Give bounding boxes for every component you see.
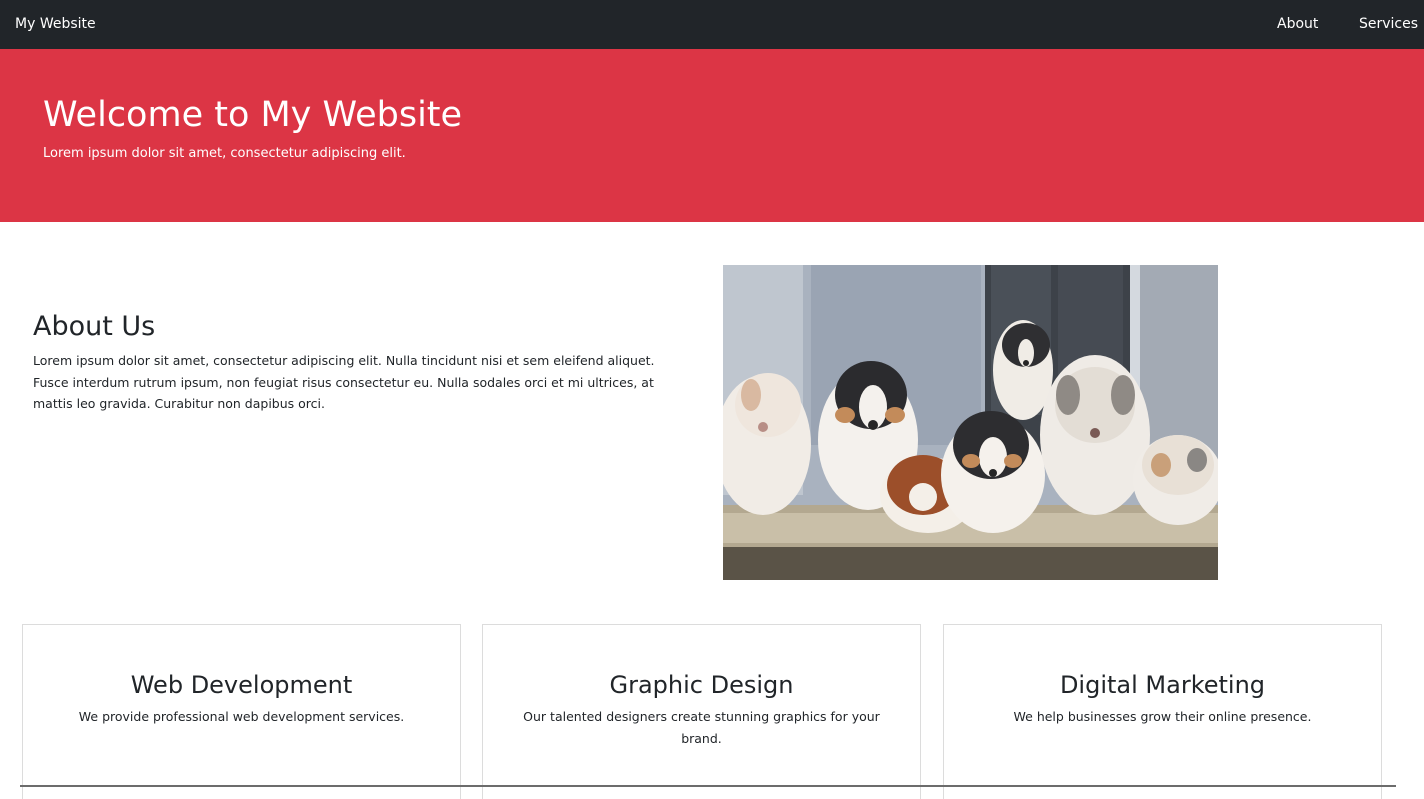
service-title: Digital Marketing: [1059, 671, 1266, 699]
service-text: We help businesses grow their online pre…: [1013, 709, 1312, 724]
nav-link-services[interactable]: Services: [1359, 15, 1418, 33]
hero-title: Welcome to My Website: [43, 95, 463, 135]
about-title: About Us: [33, 311, 156, 342]
about-text: Lorem ipsum dolor sit amet, consectetur …: [33, 353, 655, 411]
hero-banner: Welcome to My Website Lorem ipsum dolor …: [0, 49, 1424, 222]
service-title: Web Development: [130, 671, 353, 699]
service-title: Graphic Design: [609, 671, 794, 699]
puppies-photo: [723, 265, 1218, 580]
service-card-digital-marketing: Digital Marketing We help businesses gro…: [943, 624, 1382, 799]
service-text: Our talented designers create stunning g…: [523, 709, 880, 746]
service-card-graphic-design: Graphic Design Our talented designers cr…: [482, 624, 921, 799]
navbar: My Website About Services: [0, 0, 1424, 49]
brand-link[interactable]: My Website: [15, 15, 96, 33]
service-card-web-development: Web Development We provide professional …: [22, 624, 461, 799]
nav-link-about[interactable]: About: [1277, 15, 1318, 33]
hero-subtitle: Lorem ipsum dolor sit amet, consectetur …: [43, 146, 406, 161]
service-text: We provide professional web development …: [78, 709, 405, 724]
